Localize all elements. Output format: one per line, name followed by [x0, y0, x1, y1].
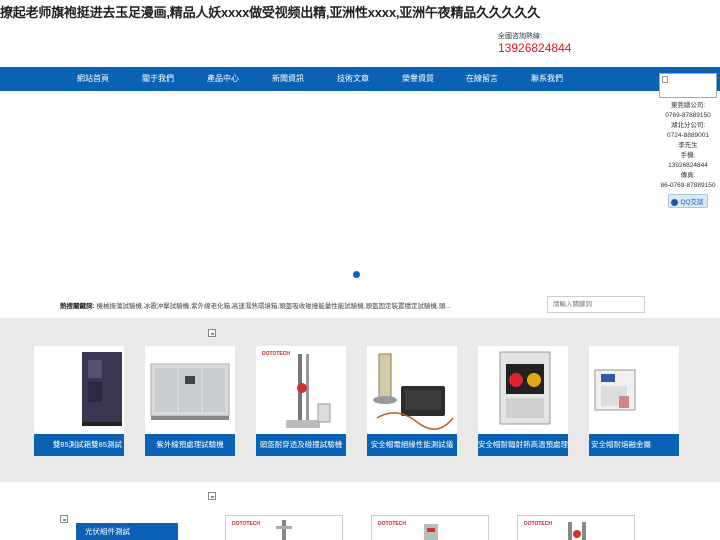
product-image: DOTOTECH	[256, 346, 346, 434]
broken-image-icon	[60, 515, 68, 523]
side-line-mobile-label: 手機:	[680, 152, 696, 159]
product-thumb[interactable]: DOTOTECH	[225, 515, 343, 540]
hot-keywords-list[interactable]: 機械振蕩試驗機,冰雹沖擊試驗機,紫外線老化箱,高速濕熱環境箱,頭盔吸收碰撞能量性…	[96, 303, 450, 310]
product-image	[367, 346, 457, 434]
molten-metal-tester-illustration	[594, 369, 636, 411]
category-photovoltaic[interactable]: 光伏組件測試	[76, 523, 178, 540]
product-thumb-illustration	[568, 522, 586, 540]
main-nav: 網站首頁 關于我們 產品中心 新聞資訊 技術文章 榮譽資質 在線留言 聯系我們	[0, 67, 720, 91]
side-panel-image	[659, 73, 717, 98]
product-caption: 安全帽電絕緣性能測試儀	[367, 434, 457, 456]
radiant-heat-tester-illustration	[499, 351, 551, 425]
nav-item-message[interactable]: 在線留言	[452, 67, 512, 91]
product-caption: 安全帽耐熔融金屬	[589, 434, 679, 456]
side-line-fax-label: 傳真:	[680, 172, 696, 179]
uv-chamber-illustration	[150, 363, 230, 420]
broken-image-icon	[208, 492, 216, 500]
nav-item-about[interactable]: 關于我們	[128, 67, 188, 91]
site-title: 撩起老师旗袍挺进去玉足漫画,精品人妖xxxx做受视频出精,亚洲性xxxx,亚洲午…	[0, 5, 541, 20]
product-card[interactable]: 安全帽電絕緣性能測試儀	[367, 346, 457, 456]
product-image	[34, 346, 124, 434]
brand-logo: DOTOTECH	[262, 351, 290, 357]
product-thumb-illustration	[424, 524, 438, 540]
contact-side-panel: 東莞總公司: 0769-87889150 湖北分公司: 0724-8889001…	[658, 73, 718, 209]
nav-item-contact[interactable]: 聯系我們	[517, 67, 577, 91]
climate-chamber-illustration	[82, 352, 122, 426]
nav-item-honors[interactable]: 榮譽資質	[388, 67, 448, 91]
product-card[interactable]: 紫外線預處理試驗機	[145, 346, 235, 456]
broken-image-icon	[208, 329, 216, 337]
side-line-branch-label: 湖北分公司:	[670, 122, 706, 129]
qq-icon	[671, 198, 679, 206]
product-thumb[interactable]: DOTOTECH	[371, 515, 489, 540]
qq-chat-button[interactable]: QQ交談	[668, 194, 708, 208]
side-line-hq-phone: 0769-87889150	[665, 112, 711, 119]
nav-item-products[interactable]: 產品中心	[193, 67, 253, 91]
side-line-mobile: 13926824844	[668, 162, 708, 169]
helmet-tester-illustration	[286, 354, 331, 428]
product-image	[478, 346, 568, 434]
nav-item-home[interactable]: 網站首頁	[63, 67, 123, 91]
side-line-hq-label: 東莞總公司:	[670, 102, 706, 109]
insulation-tester-illustration	[373, 353, 454, 430]
search-input[interactable]	[547, 296, 645, 313]
qq-chat-label: QQ交談	[680, 199, 704, 206]
product-card[interactable]: 安全帽耐熔融金屬	[589, 346, 679, 456]
product-caption: 紫外線預處理試驗機	[145, 434, 235, 456]
product-card[interactable]: DOTOTECH 頭盔耐穿透及碰撞試驗機	[256, 346, 346, 456]
product-thumb[interactable]: DOTOTECH	[517, 515, 635, 540]
product-image	[589, 346, 679, 434]
product-caption: 安全帽耐輻射熱高溫預處理試	[478, 434, 568, 456]
product-card[interactable]: 安全帽耐輻射熱高溫預處理試	[478, 346, 568, 456]
banner-pagination-dot[interactable]	[353, 271, 360, 278]
product-caption: 頭盔耐穿透及碰撞試驗機	[256, 434, 346, 456]
product-thumb-illustration	[276, 520, 292, 540]
side-line-contact-name: 李先生	[678, 142, 698, 149]
hot-keywords: 熱搜關鍵詞: 機械振蕩試驗機,冰雹沖擊試驗機,紫外線老化箱,高速濕熱環境箱,頭盔…	[60, 300, 451, 310]
product-caption: 雙85測試箱雙85測試	[34, 434, 124, 456]
nav-item-news[interactable]: 新聞資訊	[258, 67, 318, 91]
nav-item-articles[interactable]: 技術文章	[323, 67, 383, 91]
side-line-branch-phone: 0724-8889001	[667, 132, 709, 139]
hotline-number[interactable]: 13926824844	[498, 41, 571, 55]
hot-keywords-label: 熱搜關鍵詞:	[60, 303, 95, 310]
page: 撩起老师旗袍挺进去玉足漫画,精品人妖xxxx做受视频出精,亚洲性xxxx,亚洲午…	[0, 0, 720, 540]
product-image	[145, 346, 235, 434]
hotline-label: 全國咨詢熱線:	[498, 33, 542, 40]
side-line-fax: 86-0769-87889150	[660, 182, 716, 189]
broken-image-icon	[662, 76, 668, 83]
product-card[interactable]: 雙85測試箱雙85測試	[34, 346, 124, 456]
